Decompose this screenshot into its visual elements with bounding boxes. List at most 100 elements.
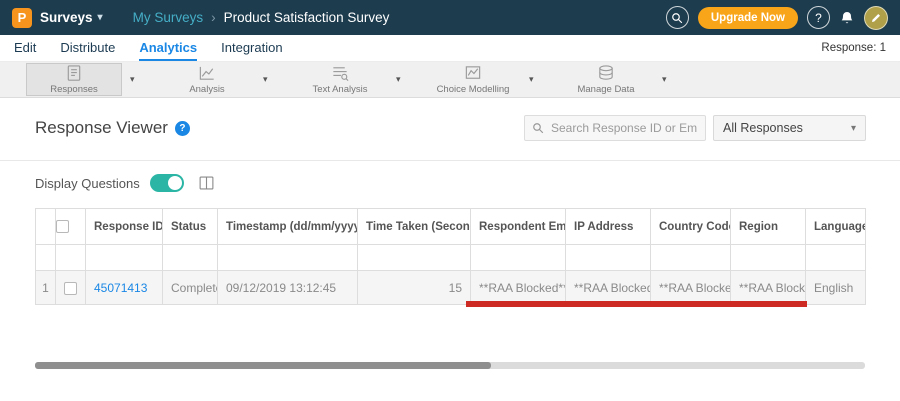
display-questions-row: Display Questions [35, 173, 215, 193]
tab-analytics[interactable]: Analytics [139, 35, 198, 61]
row-select-cell [55, 270, 86, 305]
ribbon-item-responses[interactable]: Responses [26, 63, 122, 96]
ribbon-group-text-analysis: Text Analysis ▾ [292, 63, 425, 96]
column-header-time-taken[interactable]: Time Taken (Seconds)⇅ [357, 208, 471, 245]
filter-cell[interactable] [470, 244, 566, 271]
topbar: P Surveys ▾ My Surveys › Product Satisfa… [0, 0, 900, 35]
display-questions-toggle[interactable] [149, 174, 184, 192]
column-label: Language [814, 220, 866, 233]
ribbon-item-label: Responses [50, 84, 98, 95]
status-cell: Completed [162, 270, 218, 305]
column-header-response-id[interactable]: Response ID▾ [85, 208, 163, 245]
ribbon-group-choice-modelling: Choice Modelling ▾ [425, 63, 558, 96]
response-viewer-panel: Response Viewer ? All Responses ▾ Displa… [0, 98, 900, 401]
notifications-button[interactable] [839, 10, 855, 26]
response-count: Response: 1 [821, 42, 886, 54]
column-header-country-code[interactable]: Country Code [650, 208, 731, 245]
text-analysis-icon [333, 67, 349, 82]
global-search-button[interactable] [665, 6, 689, 29]
surveys-menu[interactable]: Surveys ▾ [40, 10, 103, 25]
column-header-status[interactable]: Status [162, 208, 218, 245]
response-search [524, 115, 706, 141]
choice-modelling-dropdown-caret[interactable]: ▾ [529, 74, 534, 85]
viewer-header: Response Viewer ? All Responses ▾ [35, 114, 866, 142]
text-analysis-dropdown-caret[interactable]: ▾ [396, 74, 401, 85]
tab-edit[interactable]: Edit [14, 35, 36, 61]
row-index: 1 [35, 270, 56, 305]
pencil-icon [872, 13, 880, 22]
column-header-language[interactable]: Language [805, 208, 866, 245]
ribbon-item-label: Manage Data [577, 84, 635, 95]
ribbon-group-analysis: Analysis ▾ [159, 63, 292, 96]
filter-cell[interactable] [217, 244, 358, 271]
scrollbar-thumb[interactable] [35, 362, 491, 369]
page-title: Response Viewer [35, 118, 168, 137]
filter-cell[interactable] [730, 244, 806, 271]
column-label: Region [739, 220, 778, 233]
upgrade-now-button[interactable]: Upgrade Now [697, 6, 798, 29]
timestamp-cell: 09/12/2019 13:12:45 [217, 270, 358, 305]
breadcrumb-my-surveys[interactable]: My Surveys [133, 10, 204, 25]
viewer-help-badge[interactable]: ? [174, 120, 190, 136]
analysis-dropdown-caret[interactable]: ▾ [263, 74, 268, 85]
avatar[interactable] [864, 5, 888, 30]
select-all-checkbox[interactable] [56, 220, 69, 233]
ip-address-cell: **RAA Blocked** [565, 270, 651, 305]
column-layout-icon [199, 176, 214, 190]
column-layout-button[interactable] [198, 175, 215, 191]
horizontal-scrollbar[interactable] [35, 362, 865, 369]
surveys-menu-label: Surveys [40, 10, 93, 25]
filter-cell[interactable] [85, 244, 163, 271]
help-button[interactable]: ? [807, 6, 830, 29]
ribbon-item-label: Analysis [189, 84, 225, 95]
filter-cell[interactable] [565, 244, 651, 271]
column-header-timestamp[interactable]: Timestamp (dd/mm/yyyy)⇅ [217, 208, 358, 245]
column-label: Time Taken (Seconds) [366, 220, 470, 233]
language-cell: English [805, 270, 866, 305]
column-header-ip-address[interactable]: IP Address [565, 208, 651, 245]
column-label: Response ID [94, 220, 163, 233]
analytics-ribbon: Responses ▾ Analysis ▾ Text Analysis ▾ C… [0, 62, 900, 98]
topbar-actions: Upgrade Now ? [665, 5, 888, 30]
column-label: Country Code [659, 220, 731, 233]
tab-distribute[interactable]: Distribute [60, 35, 115, 61]
responses-dropdown-caret[interactable]: ▾ [130, 74, 135, 85]
responses-table: Response ID▾ Status Timestamp (dd/mm/yyy… [35, 208, 866, 305]
index-column-header [35, 208, 56, 245]
responses-table-wrap: Response ID▾ Status Timestamp (dd/mm/yyy… [35, 208, 866, 305]
dropdown-selected-value: All Responses [723, 121, 803, 135]
choice-modelling-icon [465, 66, 481, 79]
manage-data-dropdown-caret[interactable]: ▾ [662, 74, 667, 85]
response-id-link[interactable]: 45071413 [94, 281, 147, 295]
breadcrumb: My Surveys › Product Satisfaction Survey [133, 10, 390, 25]
breadcrumb-separator-icon: › [211, 10, 216, 25]
tab-integration[interactable]: Integration [221, 35, 282, 61]
divider [0, 160, 900, 161]
filter-cell[interactable] [357, 244, 471, 271]
ribbon-item-text-analysis[interactable]: Text Analysis [292, 63, 388, 96]
manage-data-icon [599, 65, 613, 80]
breadcrumb-current: Product Satisfaction Survey [223, 10, 390, 25]
filter-cell[interactable] [805, 244, 866, 271]
survey-tabs: Edit Distribute Analytics Integration Re… [0, 35, 900, 62]
filter-cell[interactable] [162, 244, 218, 271]
responses-filter-dropdown[interactable]: All Responses ▾ [713, 115, 866, 141]
app-logo[interactable]: P [12, 7, 32, 28]
column-header-respondent-email[interactable]: Respondent Email [470, 208, 566, 245]
row-checkbox[interactable] [64, 281, 77, 295]
ribbon-item-manage-data[interactable]: Manage Data [558, 63, 654, 96]
filter-cell [55, 244, 86, 271]
search-input[interactable] [524, 115, 706, 141]
ribbon-item-choice-modelling[interactable]: Choice Modelling [425, 63, 521, 96]
responses-icon [67, 65, 81, 81]
table-row[interactable]: 1 45071413 Completed 09/12/2019 13:12:45… [35, 270, 866, 305]
search-icon [533, 123, 544, 134]
column-header-region[interactable]: Region [730, 208, 806, 245]
select-all-header [55, 208, 86, 245]
help-icon: ? [815, 10, 822, 25]
search-icon [672, 12, 683, 23]
ribbon-item-analysis[interactable]: Analysis [159, 63, 255, 96]
filter-cell[interactable] [650, 244, 731, 271]
respondent-email-cell: **RAA Blocked** [470, 270, 566, 305]
filter-row [35, 244, 866, 271]
